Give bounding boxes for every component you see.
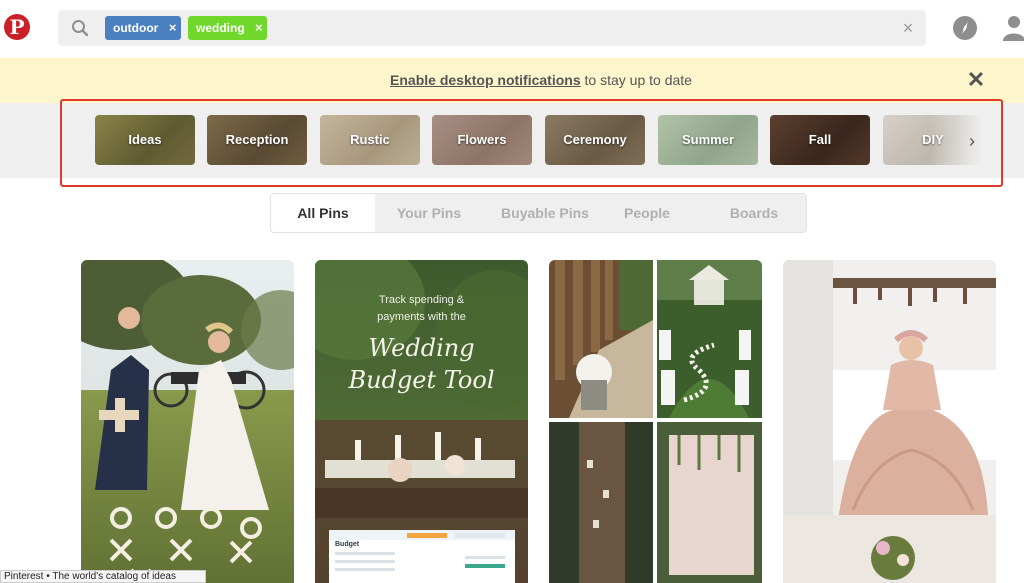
compass-icon[interactable] (953, 16, 977, 40)
clear-search-icon[interactable]: × (898, 17, 918, 39)
pin-script-line: Wedding (368, 334, 475, 362)
pin-caption-line: Track spending & (378, 294, 465, 306)
browser-status-bar: Pinterest • The world's catalog of ideas (0, 570, 206, 583)
search-icon (72, 20, 89, 37)
notification-banner: Enable desktop notifications to stay up … (0, 58, 1024, 103)
profile-icon[interactable] (1003, 15, 1024, 41)
tab-people[interactable]: People (611, 194, 683, 232)
guide-flowers[interactable]: Flowers (432, 115, 532, 165)
pin-caption-line: payments with the (377, 311, 466, 323)
guide-reception[interactable]: Reception (207, 115, 307, 165)
guide-ideas[interactable]: Ideas (95, 115, 195, 165)
tab-buyable-pins[interactable]: Buyable Pins (485, 194, 605, 232)
pin-script-title: Wedding Budget Tool (315, 332, 528, 396)
tab-your-pins[interactable]: Your Pins (383, 194, 475, 232)
top-header: P outdoor × wedding × × (0, 0, 1024, 58)
search-chip-outdoor[interactable]: outdoor × (105, 16, 181, 40)
pin-image (549, 260, 762, 583)
pin-card[interactable] (783, 260, 996, 583)
chip-remove-icon[interactable]: × (164, 16, 181, 40)
tab-all-pins[interactable]: All Pins (271, 194, 375, 232)
search-scope-tabs: All Pins Your Pins Buyable Pins People B… (270, 193, 807, 233)
guide-fall[interactable]: Fall (770, 115, 870, 165)
pin-caption: Track spending & payments with the (315, 292, 528, 326)
pinterest-search-page: P outdoor × wedding × × Enable desktop n… (0, 0, 1024, 583)
search-bar[interactable]: outdoor × wedding × × (58, 10, 926, 46)
pin-script-line: Budget Tool (348, 366, 495, 394)
enable-notifications-link[interactable]: Enable desktop notifications (390, 72, 581, 88)
pin-card[interactable] (81, 260, 294, 583)
guided-search-bar: Ideas Reception Rustic Flowers Ceremony … (0, 103, 1024, 178)
notification-rest-text: to stay up to date (580, 72, 692, 88)
chip-label: outdoor (113, 21, 159, 35)
pin-image (783, 260, 996, 583)
guide-ceremony[interactable]: Ceremony (545, 115, 645, 165)
guide-summer[interactable]: Summer (658, 115, 758, 165)
pin-card[interactable]: Track spending & payments with the Weddi… (315, 260, 528, 583)
tab-boards[interactable]: Boards (691, 194, 817, 232)
budget-label: Budget (335, 541, 360, 548)
status-text: Pinterest • The world's catalog of ideas (4, 571, 176, 582)
search-chip-wedding[interactable]: wedding × (188, 16, 267, 40)
chevron-right-icon[interactable]: › (962, 127, 982, 155)
pin-image (81, 260, 294, 583)
notification-text: Enable desktop notifications to stay up … (0, 72, 1024, 88)
guide-rustic[interactable]: Rustic (320, 115, 420, 165)
pin-card[interactable] (549, 260, 762, 583)
chip-remove-icon[interactable]: × (251, 16, 267, 40)
chip-label: wedding (196, 21, 245, 35)
close-icon[interactable]: ✕ (964, 68, 988, 92)
pinterest-logo[interactable]: P (4, 14, 30, 40)
